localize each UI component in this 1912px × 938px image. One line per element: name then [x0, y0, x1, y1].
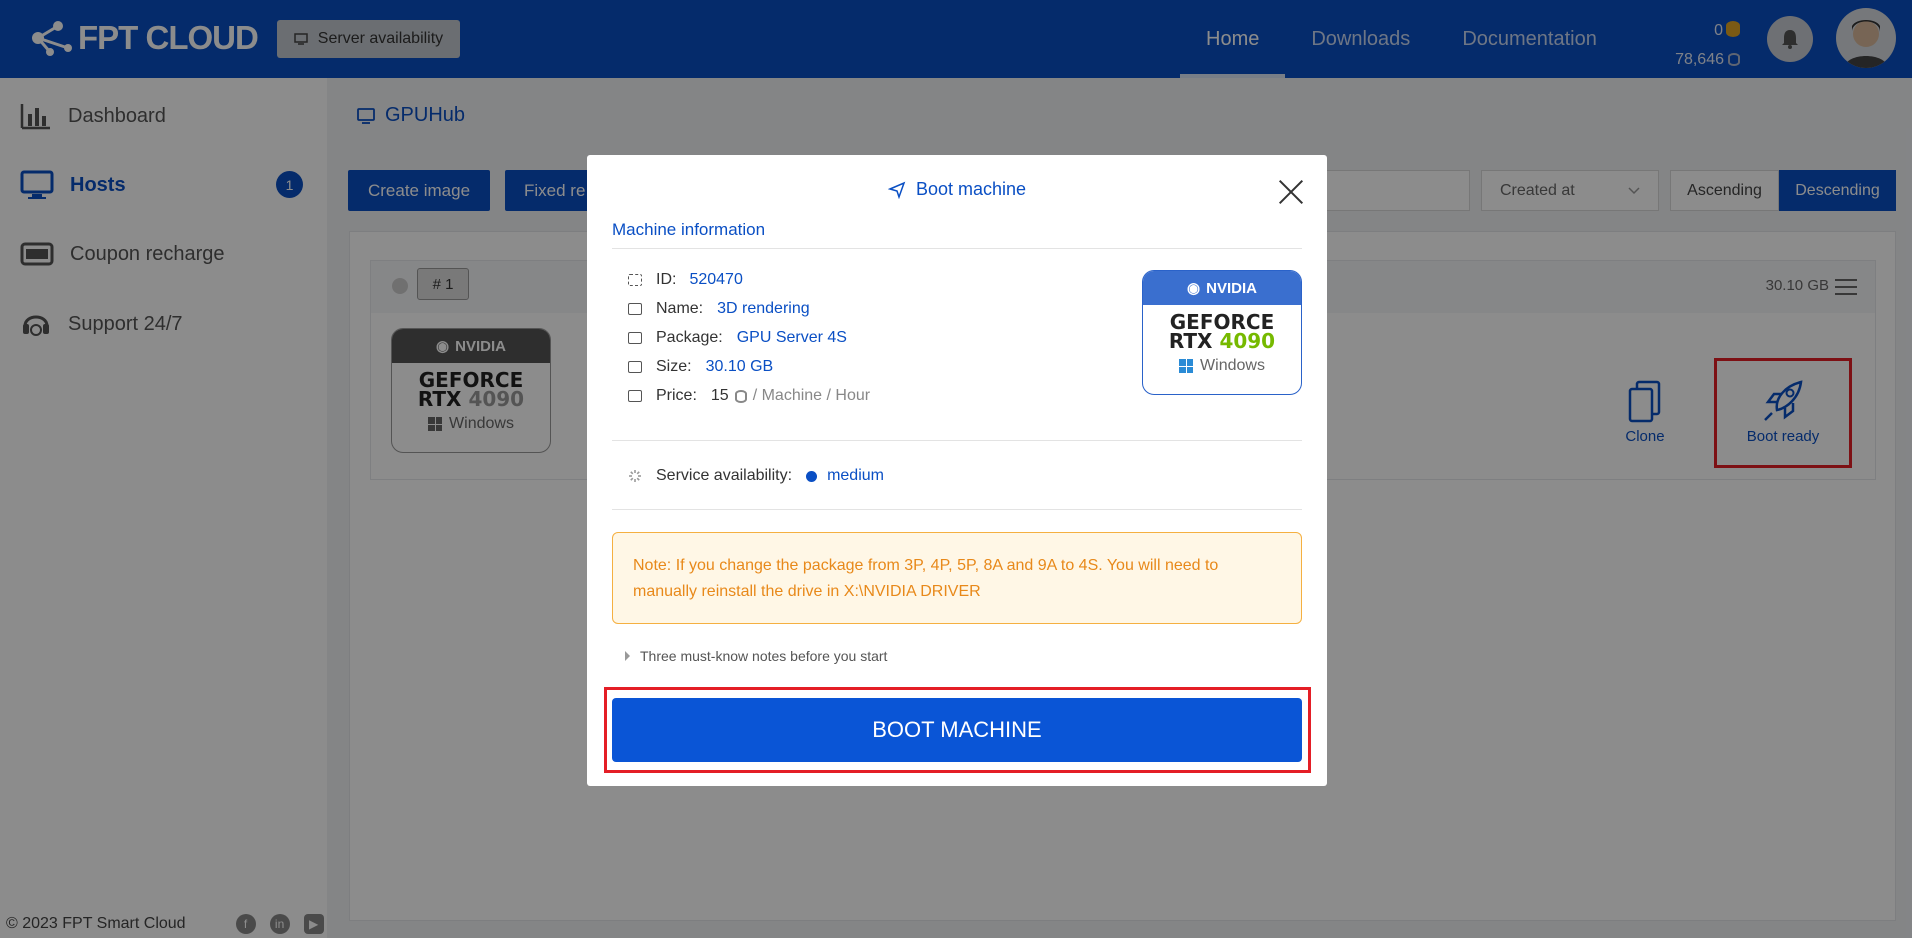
disk-icon — [628, 361, 642, 373]
dialog-title-text: Boot machine — [915, 179, 1027, 199]
gpu-os: Windows — [1143, 357, 1301, 375]
package-change-note: Note: If you change the package from 3P,… — [612, 532, 1302, 624]
boot-machine-button[interactable]: BOOT MACHINE — [612, 698, 1302, 762]
service-label: Service availability: — [656, 467, 793, 484]
gpu-brand: NVIDIA — [1206, 279, 1257, 297]
must-know-notes-label: Three must-know notes before you start — [640, 648, 888, 664]
name-value: 3D rendering — [717, 300, 810, 317]
info-size-row: Size: 30.10 GB — [628, 358, 773, 376]
chip-icon — [628, 274, 642, 286]
price-icon — [628, 390, 642, 402]
price-value: 15 — [710, 387, 729, 404]
name-label: Name: — [656, 300, 704, 317]
size-value: 30.10 GB — [705, 358, 774, 375]
info-price-row: Price: 15 / Machine / Hour — [628, 387, 870, 405]
service-availability-row: Service availability: medium — [628, 467, 884, 485]
database-icon — [734, 389, 747, 403]
service-value: medium — [827, 467, 884, 484]
package-icon — [628, 332, 642, 344]
gpu-line2: RTX 4090 — [1143, 329, 1301, 353]
nvidia-eye-icon: ◉ — [1187, 280, 1201, 297]
gpu-rtx: RTX — [1168, 329, 1213, 353]
gpu-badge: ◉ NVIDIA GEFORCE RTX 4090 Windows — [1142, 270, 1302, 395]
boot-machine-dialog: Boot machine Machine information ID: 520… — [587, 155, 1327, 786]
size-label: Size: — [656, 358, 692, 375]
send-arrow-icon — [887, 181, 906, 199]
divider — [612, 440, 1302, 441]
gpu-model: 4090 — [1219, 329, 1276, 353]
status-dot-icon — [806, 470, 818, 482]
package-label: Package: — [656, 329, 723, 346]
close-icon[interactable] — [1277, 179, 1305, 207]
divider — [612, 509, 1302, 510]
nvidia-header: ◉ NVIDIA — [1143, 271, 1301, 305]
loading-spinner-icon — [629, 470, 641, 482]
caret-right-icon — [625, 651, 630, 661]
package-value: GPU Server 4S — [736, 329, 847, 346]
price-label: Price: — [656, 387, 697, 404]
card-icon — [628, 303, 642, 315]
info-package-row: Package: GPU Server 4S — [628, 329, 847, 347]
price-unit: / Machine / Hour — [752, 387, 871, 404]
dialog-title: Boot machine — [587, 179, 1327, 200]
os-label: Windows — [1200, 357, 1265, 374]
info-id-row: ID: 520470 — [628, 271, 743, 289]
info-name-row: Name: 3D rendering — [628, 300, 810, 318]
divider — [612, 248, 1302, 249]
machine-information-heading: Machine information — [612, 220, 766, 239]
id-label: ID: — [656, 271, 677, 288]
must-know-notes-toggle[interactable]: Three must-know notes before you start — [625, 648, 887, 664]
windows-icon — [1179, 359, 1194, 373]
id-value: 520470 — [689, 271, 743, 288]
